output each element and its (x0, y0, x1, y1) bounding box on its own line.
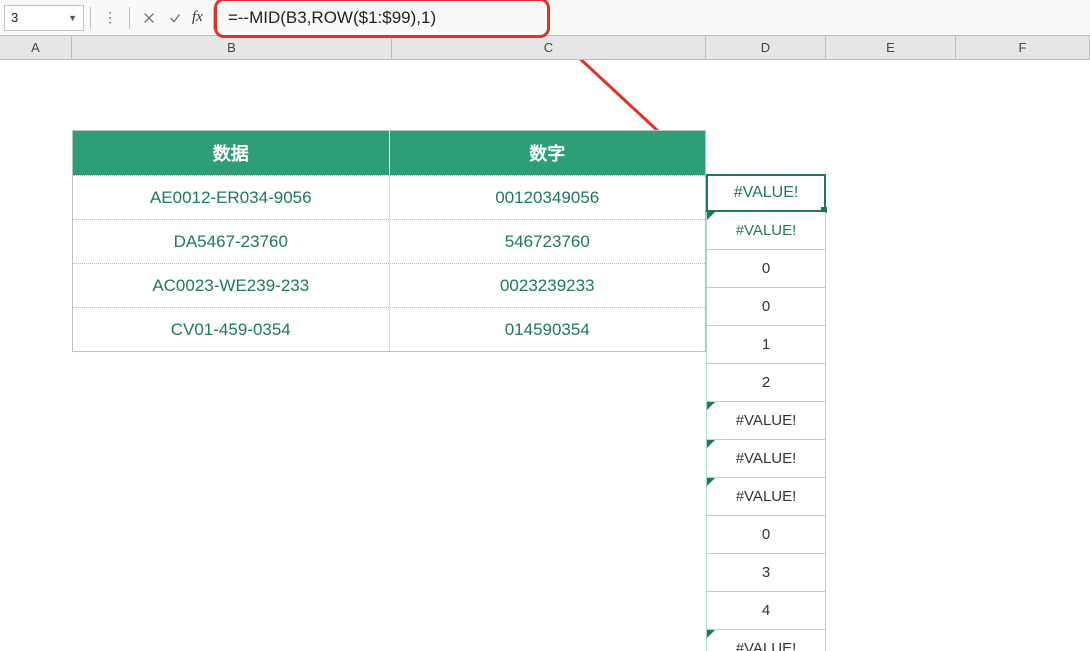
cell-data[interactable]: CV01-459-0354 (73, 308, 390, 351)
cell-number[interactable]: 014590354 (390, 308, 706, 351)
column-header-F[interactable]: F (956, 36, 1090, 59)
cell-number[interactable]: 0023239233 (390, 264, 706, 307)
chevron-down-icon: ▼ (68, 13, 77, 23)
table-row: AE0012-ER034-9056 00120349056 ! (73, 175, 705, 219)
spill-cell[interactable]: 0 (706, 288, 826, 326)
table-header-row: 数据 数字 (73, 131, 705, 175)
column-header-C[interactable]: C (392, 36, 706, 59)
separator (129, 7, 130, 29)
formula-bar: 3 ▼ ⋮ fx =--MID(B3,ROW($1:$99),1) (0, 0, 1090, 36)
spill-cell[interactable]: 4 (706, 592, 826, 630)
column-header-A[interactable]: A (0, 36, 72, 59)
separator (90, 7, 91, 29)
table-row: AC0023-WE239-233 0023239233 (73, 263, 705, 307)
spill-cell[interactable]: #VALUE! (706, 478, 826, 516)
fx-label[interactable]: fx (192, 9, 203, 26)
spill-cell[interactable]: 1 (706, 326, 826, 364)
more-button[interactable]: ⋮ (97, 5, 123, 31)
cell-number[interactable]: 00120349056 ! (390, 176, 706, 219)
spill-cell[interactable]: 0 (706, 516, 826, 554)
cell-flag-icon (707, 212, 715, 220)
spill-cell[interactable]: 3 (706, 554, 826, 592)
cell-flag-icon (707, 478, 715, 486)
formula-text: =--MID(B3,ROW($1:$99),1) (220, 8, 436, 28)
separator (213, 7, 214, 29)
spill-cell[interactable]: #VALUE! (706, 402, 826, 440)
spill-cell[interactable]: 0 (706, 250, 826, 288)
spill-range: #VALUE! #VALUE! 0 0 1 2 #VALUE! #VALUE! … (706, 174, 826, 651)
data-table: 数据 数字 AE0012-ER034-9056 00120349056 ! DA… (72, 130, 706, 352)
cell-flag-icon (707, 402, 715, 410)
spill-cell[interactable]: 2 (706, 364, 826, 402)
column-header-E[interactable]: E (826, 36, 956, 59)
cell-number[interactable]: 546723760 (390, 220, 706, 263)
spill-cell[interactable]: #VALUE! (706, 440, 826, 478)
formula-input[interactable]: =--MID(B3,ROW($1:$99),1) (220, 2, 540, 34)
table-row: DA5467-23760 546723760 (73, 219, 705, 263)
spill-cell[interactable]: #VALUE! (706, 630, 826, 651)
cell-flag-icon (707, 440, 715, 448)
column-header-B[interactable]: B (72, 36, 392, 59)
cancel-button[interactable] (136, 5, 162, 31)
x-icon (142, 11, 156, 25)
cell-data[interactable]: AE0012-ER034-9056 (73, 176, 390, 219)
active-cell[interactable]: #VALUE! (706, 174, 826, 212)
column-header-D[interactable]: D (706, 36, 826, 59)
spill-cell[interactable]: #VALUE! (706, 212, 826, 250)
cell-data[interactable]: AC0023-WE239-233 (73, 264, 390, 307)
cell-flag-icon (707, 630, 715, 638)
name-box[interactable]: 3 ▼ (4, 5, 84, 31)
grid-area[interactable]: 数据 数字 AE0012-ER034-9056 00120349056 ! DA… (0, 60, 1090, 651)
table-header-number[interactable]: 数字 (390, 131, 706, 175)
table-header-data[interactable]: 数据 (73, 131, 390, 175)
table-row: CV01-459-0354 014590354 (73, 307, 705, 351)
check-icon (168, 11, 182, 25)
name-box-value: 3 (11, 10, 18, 25)
cell-data[interactable]: DA5467-23760 (73, 220, 390, 263)
enter-button[interactable] (162, 5, 188, 31)
column-headers: A B C D E F (0, 36, 1090, 60)
